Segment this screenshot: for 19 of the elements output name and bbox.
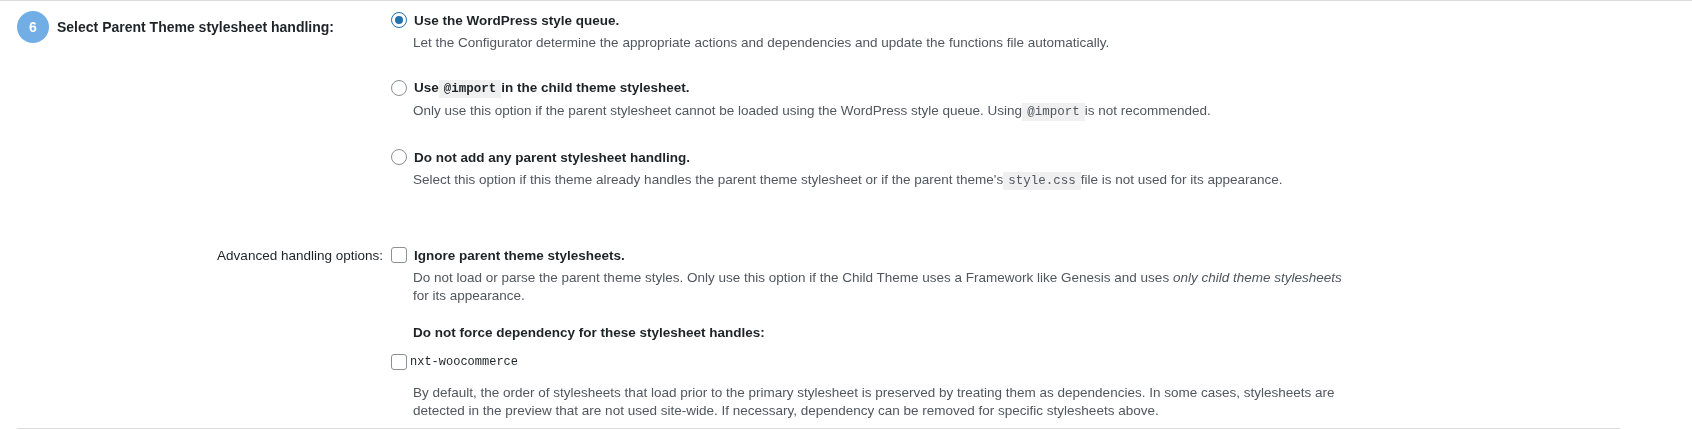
field-label: Advanced handling options:: [217, 248, 383, 263]
subheading: Do not force dependency for these stylesheet handles:: [413, 325, 766, 340]
option-title: Do not add any parent stylesheet handling.: [414, 149, 691, 165]
option-description: Select this option if this theme already handles the parent theme stylesheet or if the parent theme's style.css file is not used for its appearance.: [413, 171, 1284, 190]
handle-name: nxt-woocommerce: [410, 355, 519, 369]
option-title: Use @import in the child theme stylesheet.: [414, 80, 690, 96]
radio-button[interactable]: [391, 12, 407, 28]
step-number-badge: 6: [17, 11, 49, 43]
radio-button[interactable]: [391, 149, 407, 165]
option-description: Do not load or parse the parent theme styles. Only use this option if the Child Theme uses a Framework like Genesis and uses only child theme stylesheets for its appearance.: [413, 269, 1343, 305]
checkbox[interactable]: [391, 247, 407, 263]
option-description: Only use this option if the parent stylesheet cannot be loaded using the WordPress style queue. Using @import is not recommended.: [413, 102, 1212, 121]
section-label: Select Parent Theme stylesheet handling:: [57, 19, 334, 35]
dependency-note: By default, the order of stylesheets that load prior to the primary stylesheet is preserved by treating them as dependencies. In some cases, stylesheets are detected in the preview that are not used site-wide. If necessary, dependency can be removed for specific stylesheets above.: [413, 384, 1336, 420]
option-description: Let the Configurator determine the appropriate actions and dependencies and update the functions file automatically.: [413, 34, 1111, 52]
option-title: Use the WordPress style queue.: [414, 12, 620, 28]
option-title: Ignore parent theme stylesheets.: [414, 247, 625, 263]
checkbox[interactable]: [391, 354, 407, 370]
radio-button[interactable]: [391, 80, 407, 96]
